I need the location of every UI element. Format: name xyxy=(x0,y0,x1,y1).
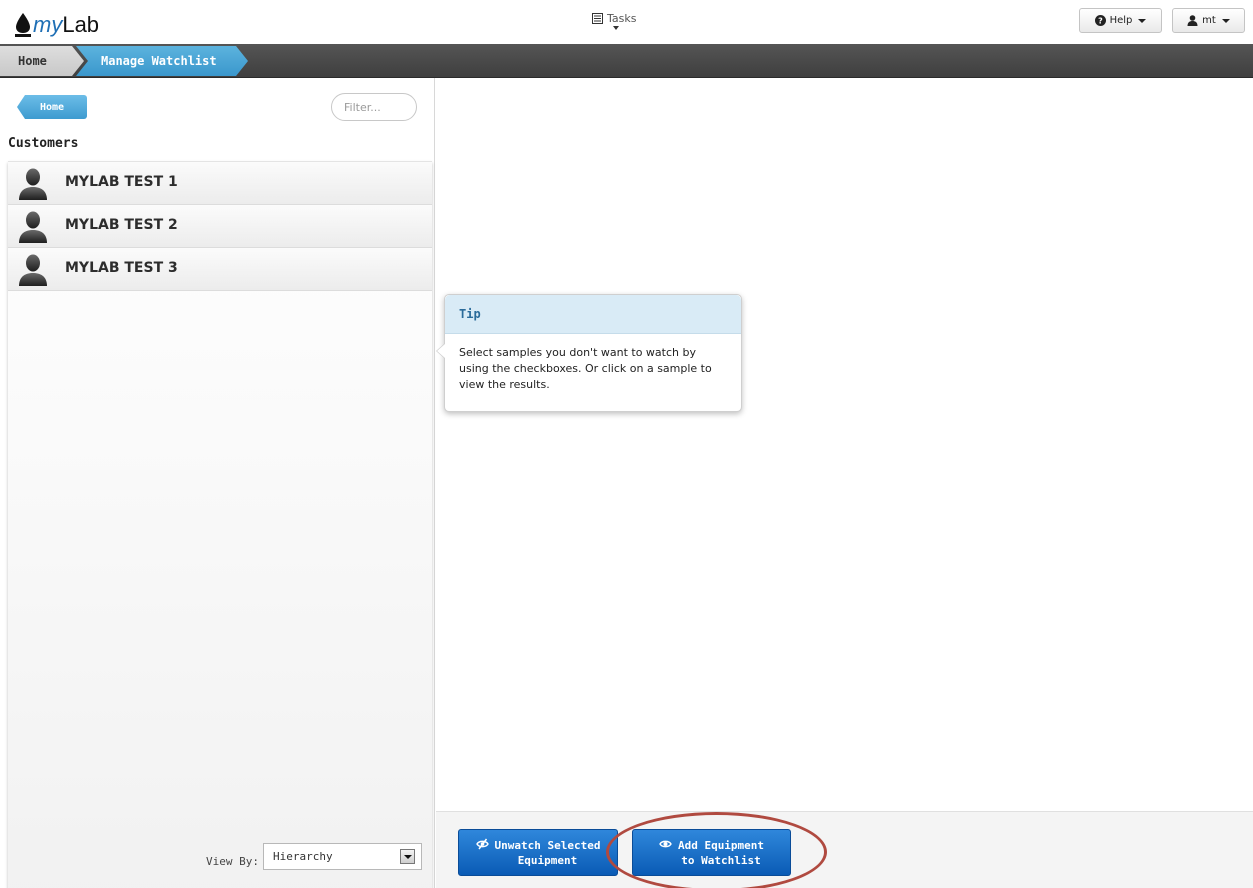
dropdown-arrow-icon[interactable] xyxy=(400,849,415,864)
person-silhouette-icon xyxy=(19,254,47,286)
add-equipment-to-watchlist-button[interactable]: Add Equipment to Watchlist xyxy=(632,829,791,876)
mylab-logo[interactable]: my Lab xyxy=(14,4,99,38)
customer-name: MYLAB TEST 2 xyxy=(65,217,178,233)
unwatch-label-line2: Equipment xyxy=(517,853,578,867)
eye-slash-icon xyxy=(475,838,489,849)
list-icon xyxy=(592,13,603,24)
chevron-down-icon xyxy=(1221,18,1230,23)
list-item[interactable]: MYLAB TEST 2 xyxy=(8,205,432,248)
drop-logo-icon xyxy=(15,13,31,37)
section-title: Customers xyxy=(8,136,79,151)
sidebar: Home Customers MYLAB TEST 1 MYLAB TEST 2 xyxy=(0,78,435,888)
filter-input[interactable] xyxy=(331,93,417,121)
customer-name: MYLAB TEST 1 xyxy=(65,174,178,190)
chevron-down-icon xyxy=(613,26,619,30)
help-label: Help xyxy=(1109,15,1133,26)
add-label-line2: to Watchlist xyxy=(681,853,761,867)
breadcrumb-home[interactable]: Home xyxy=(0,46,84,76)
view-by-value: Hierarchy xyxy=(273,850,333,863)
user-menu-button[interactable]: mt xyxy=(1172,8,1245,33)
add-label-line1: Add Equipment xyxy=(677,838,765,852)
tasks-label: Tasks xyxy=(607,12,637,25)
list-item[interactable]: MYLAB TEST 3 xyxy=(8,248,432,291)
person-silhouette-icon xyxy=(19,211,47,243)
tip-title: Tip xyxy=(445,295,741,334)
popover-arrow xyxy=(436,343,445,359)
customer-list: MYLAB TEST 1 MYLAB TEST 2 MYLAB TEST 3 xyxy=(8,161,432,888)
tasks-menu[interactable]: Tasks xyxy=(592,12,637,30)
view-by-select[interactable]: Hierarchy xyxy=(263,843,422,870)
chevron-down-icon xyxy=(1138,18,1147,23)
list-item[interactable]: MYLAB TEST 1 xyxy=(8,162,432,205)
logo-text-my: my xyxy=(33,12,63,37)
home-back-button[interactable]: Home xyxy=(17,95,87,119)
unwatch-label-line1: Unwatch Selected xyxy=(494,838,601,852)
view-by-label: View By: xyxy=(206,855,259,868)
tip-popover: Tip Select samples you don't want to wat… xyxy=(436,294,742,412)
svg-text:?: ? xyxy=(1098,17,1103,26)
logo-text-lab: Lab xyxy=(62,12,100,37)
top-bar: my Lab Tasks ? Help mt xyxy=(0,0,1253,44)
tip-text: Select samples you don't want to watch b… xyxy=(459,346,712,391)
help-button[interactable]: ? Help xyxy=(1079,8,1162,33)
customer-name: MYLAB TEST 3 xyxy=(65,260,178,276)
unwatch-selected-equipment-button[interactable]: Unwatch Selected Equipment xyxy=(458,829,618,876)
person-silhouette-icon xyxy=(19,168,47,200)
question-circle-icon: ? xyxy=(1094,15,1106,26)
breadcrumb-manage-watchlist[interactable]: Manage Watchlist xyxy=(76,46,248,76)
eye-icon xyxy=(659,840,672,847)
user-label: mt xyxy=(1202,15,1216,26)
breadcrumb: Home Manage Watchlist xyxy=(0,44,1253,78)
action-bar: Unwatch Selected Equipment Add Equipment… xyxy=(436,811,1253,888)
user-icon xyxy=(1187,15,1198,26)
